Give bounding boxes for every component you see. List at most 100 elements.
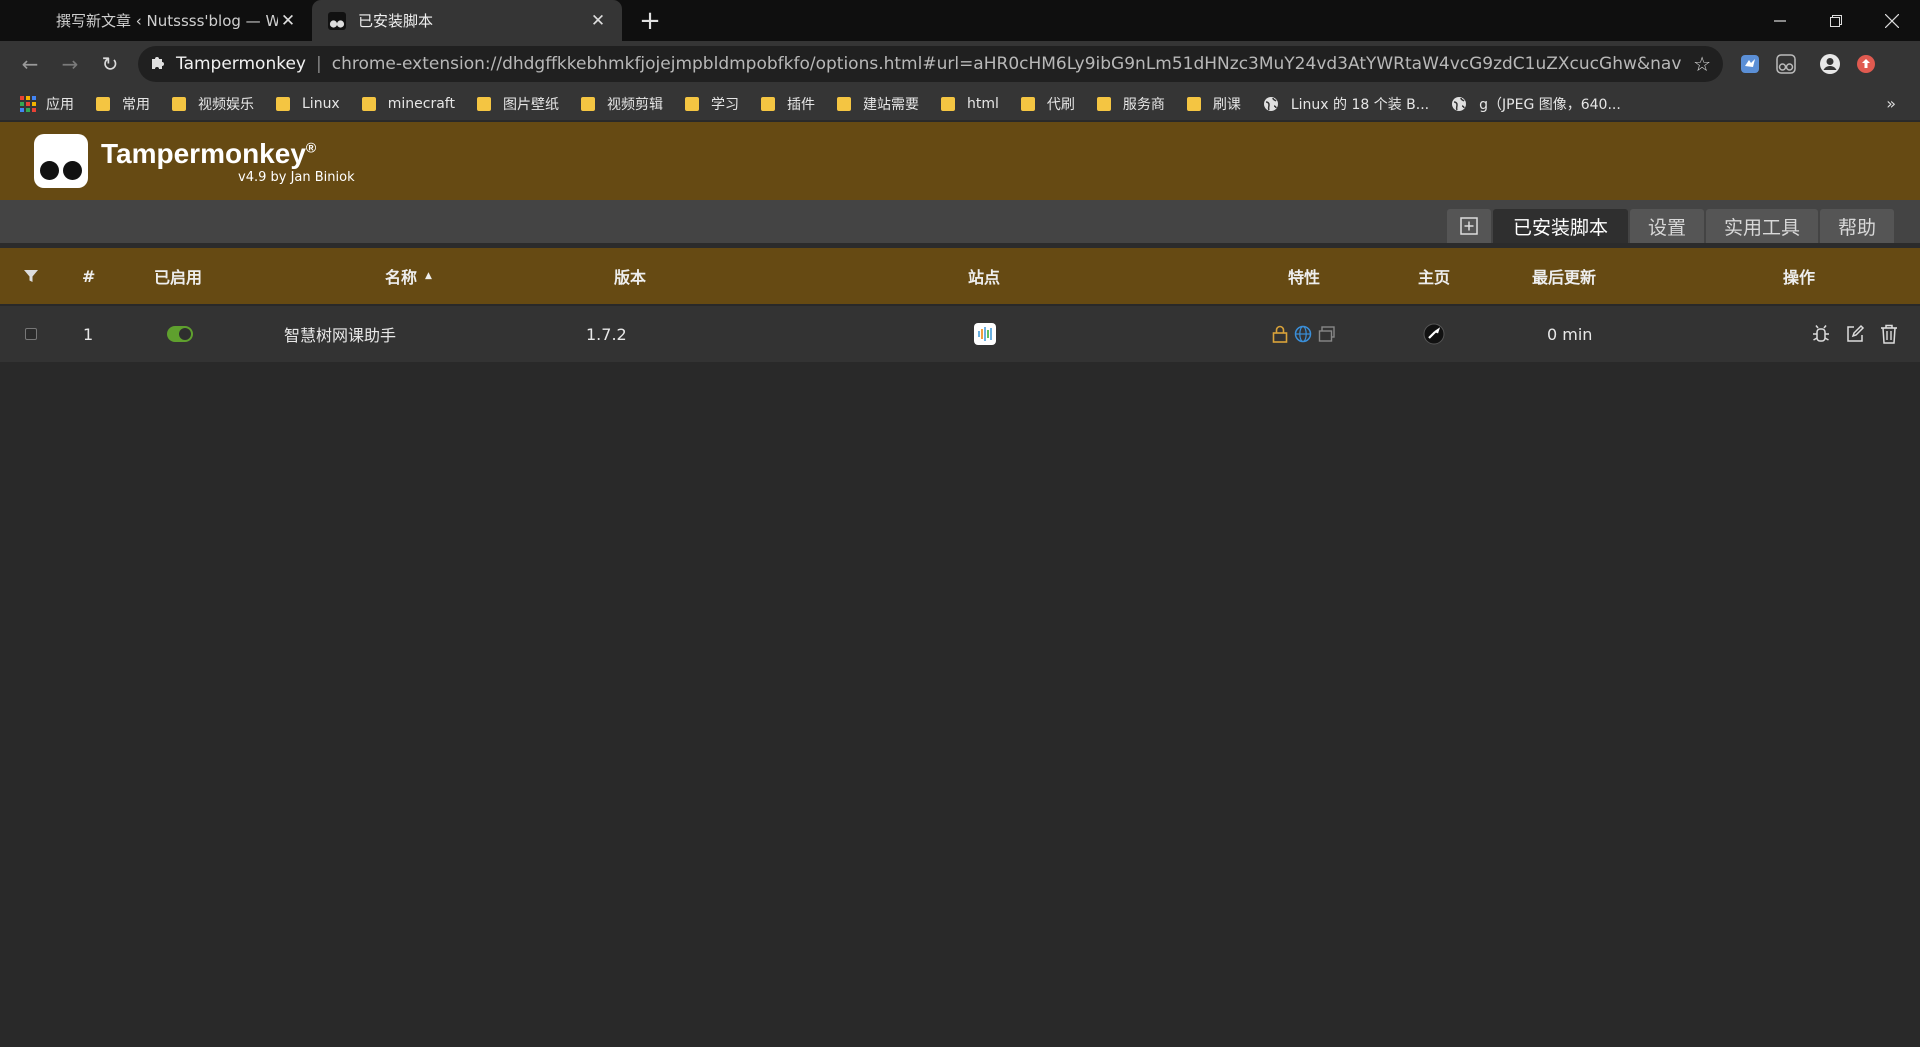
update-icon[interactable]	[1853, 51, 1879, 77]
extension-puzzle-icon	[150, 54, 166, 74]
column-version[interactable]: 版本	[614, 248, 646, 304]
folder-icon	[760, 96, 775, 111]
folder-icon	[1020, 96, 1035, 111]
profile-icon[interactable]	[1817, 51, 1843, 77]
bookmark-folder[interactable]: 插件	[760, 94, 815, 114]
tampermonkey-header: Tampermonkey® v4.9 by Jan Biniok	[0, 122, 1920, 200]
tampermonkey-nav: 已安装脚本 设置 实用工具 帮助	[0, 200, 1920, 243]
column-homepage[interactable]: 主页	[1418, 248, 1450, 304]
edit-icon[interactable]	[1844, 323, 1866, 345]
folder-icon	[580, 96, 595, 111]
restore-icon[interactable]	[1808, 0, 1864, 41]
bookmark-folder[interactable]: Linux	[276, 96, 340, 112]
bookmark-folder[interactable]: html	[940, 96, 999, 112]
bookmark-link[interactable]: Linux 的 18 个装 B...	[1263, 94, 1429, 114]
folder-icon	[96, 96, 110, 111]
homepage-link-icon[interactable]	[1423, 306, 1445, 362]
bookmark-folder[interactable]: 图片壁纸	[476, 94, 559, 114]
bookmark-label: g（JPEG 图像，640...	[1479, 96, 1621, 113]
sort-ascending-icon: ▲	[425, 271, 432, 281]
folder-icon	[172, 96, 186, 111]
tab-title: 撰写新文章 ‹ Nutssss'blog — Wo	[56, 12, 278, 30]
bookmark-label: 应用	[46, 96, 74, 113]
bookmark-label: 学习	[710, 96, 739, 113]
bookmarks-overflow-button[interactable]: »	[1886, 94, 1896, 113]
folder-icon	[276, 96, 290, 111]
forward-icon[interactable]: →	[50, 44, 90, 84]
folder-icon	[1096, 96, 1111, 111]
script-features	[1272, 306, 1336, 362]
tampermonkey-favicon-icon	[328, 11, 346, 30]
bookmark-label: 代刷	[1046, 96, 1075, 113]
trash-icon[interactable]	[1878, 323, 1900, 345]
bookmark-link[interactable]: g（JPEG 图像，640...	[1451, 94, 1621, 114]
close-window-icon[interactable]	[1864, 0, 1920, 41]
bookmark-label: 服务商	[1122, 96, 1165, 113]
bookmark-folder[interactable]: 刷课	[1186, 94, 1241, 114]
folder-icon	[836, 96, 851, 111]
bookmark-folder[interactable]: 建站需要	[836, 94, 919, 114]
table-row: 1 智慧树网课助手 1.7.2 0 min	[0, 306, 1920, 362]
tampermonkey-logo-icon	[34, 134, 88, 188]
folder-icon	[1186, 96, 1201, 111]
tab-settings[interactable]: 设置	[1629, 209, 1704, 243]
window-controls	[1752, 0, 1920, 41]
close-icon[interactable]: ✕	[278, 11, 298, 31]
tab-utilities[interactable]: 实用工具	[1705, 209, 1818, 243]
bookmark-label: 常用	[122, 96, 150, 113]
folder-icon	[476, 96, 491, 111]
back-icon[interactable]: ←	[10, 44, 50, 84]
bookmark-folder[interactable]: minecraft	[361, 95, 455, 112]
add-script-button[interactable]	[1446, 209, 1491, 243]
minimize-icon[interactable]	[1752, 0, 1808, 41]
bookmark-label: Linux 的 18 个装 B...	[1290, 96, 1430, 113]
reload-icon[interactable]: ↻	[90, 44, 130, 84]
tab-installed-scripts[interactable]: 已安装脚本	[1492, 209, 1628, 243]
bookmark-folder[interactable]: 常用	[96, 94, 150, 114]
bookmark-label: 视频剪辑	[606, 96, 663, 113]
script-last-updated[interactable]: 0 min	[1547, 306, 1592, 362]
close-icon[interactable]: ✕	[588, 11, 608, 31]
bookmarks-bar: 应用 常用 视频娱乐 Linux minecraft 图片壁纸 视频剪辑 学习 …	[0, 87, 1920, 121]
tampermonkey-extension-icon[interactable]	[1773, 51, 1799, 77]
filter-button[interactable]	[24, 248, 38, 304]
address-bar[interactable]: Tampermonkey | chrome-extension://dhdgff…	[138, 46, 1723, 82]
column-enabled[interactable]: 已启用	[154, 248, 202, 304]
folder-icon	[361, 96, 376, 111]
browser-tabbar: 撰写新文章 ‹ Nutssss'blog — Wo ✕ 已安装脚本 ✕ +	[0, 0, 1920, 41]
bookmark-folder[interactable]: 视频娱乐	[172, 94, 254, 114]
site-favicon-icon[interactable]	[974, 306, 996, 362]
row-select-checkbox[interactable]	[25, 306, 37, 362]
bookmark-folder[interactable]: 学习	[684, 94, 739, 114]
column-last-updated[interactable]: 最后更新	[1532, 248, 1596, 304]
script-name-link[interactable]: 智慧树网课助手	[284, 306, 396, 362]
column-number[interactable]: #	[82, 248, 95, 304]
app-title: Tampermonkey®	[101, 138, 317, 169]
browser-tab-installed-scripts[interactable]: 已安装脚本 ✕	[312, 0, 622, 41]
browser-tab-blog[interactable]: 撰写新文章 ‹ Nutssss'blog — Wo ✕	[0, 0, 312, 41]
bookmark-label: minecraft	[387, 95, 455, 112]
address-url: chrome-extension://dhdgffkkebhmkfjojejmp…	[331, 54, 1684, 74]
bookmark-apps[interactable]: 应用	[20, 94, 74, 114]
bird-extension-icon[interactable]	[1737, 51, 1763, 77]
bookmark-label: 视频娱乐	[198, 96, 254, 113]
scripts-table-header: # 已启用 名称 ▲ 版本 站点 特性 主页 最后更新 操作	[0, 248, 1920, 304]
row-number: 1	[83, 324, 94, 344]
column-sites[interactable]: 站点	[968, 248, 1000, 304]
new-tab-button[interactable]: +	[630, 0, 670, 41]
tab-help[interactable]: 帮助	[1819, 209, 1894, 243]
bookmark-folder[interactable]: 代刷	[1020, 94, 1075, 114]
bookmark-folder[interactable]: 视频剪辑	[580, 94, 663, 114]
folder-icon	[684, 96, 699, 111]
bookmark-folder[interactable]: 服务商	[1096, 94, 1165, 114]
script-enabled-toggle[interactable]	[167, 306, 193, 362]
add-script-icon	[1460, 217, 1478, 235]
column-features[interactable]: 特性	[1288, 248, 1320, 304]
column-name[interactable]: 名称 ▲	[385, 248, 432, 304]
bookmark-label: 图片壁纸	[502, 96, 559, 113]
extension-icons	[1737, 51, 1879, 77]
folder-icon	[940, 96, 955, 111]
globe-icon	[1263, 96, 1278, 111]
bookmark-star-icon[interactable]: ☆	[1693, 52, 1711, 76]
debug-bug-icon[interactable]	[1810, 323, 1832, 345]
